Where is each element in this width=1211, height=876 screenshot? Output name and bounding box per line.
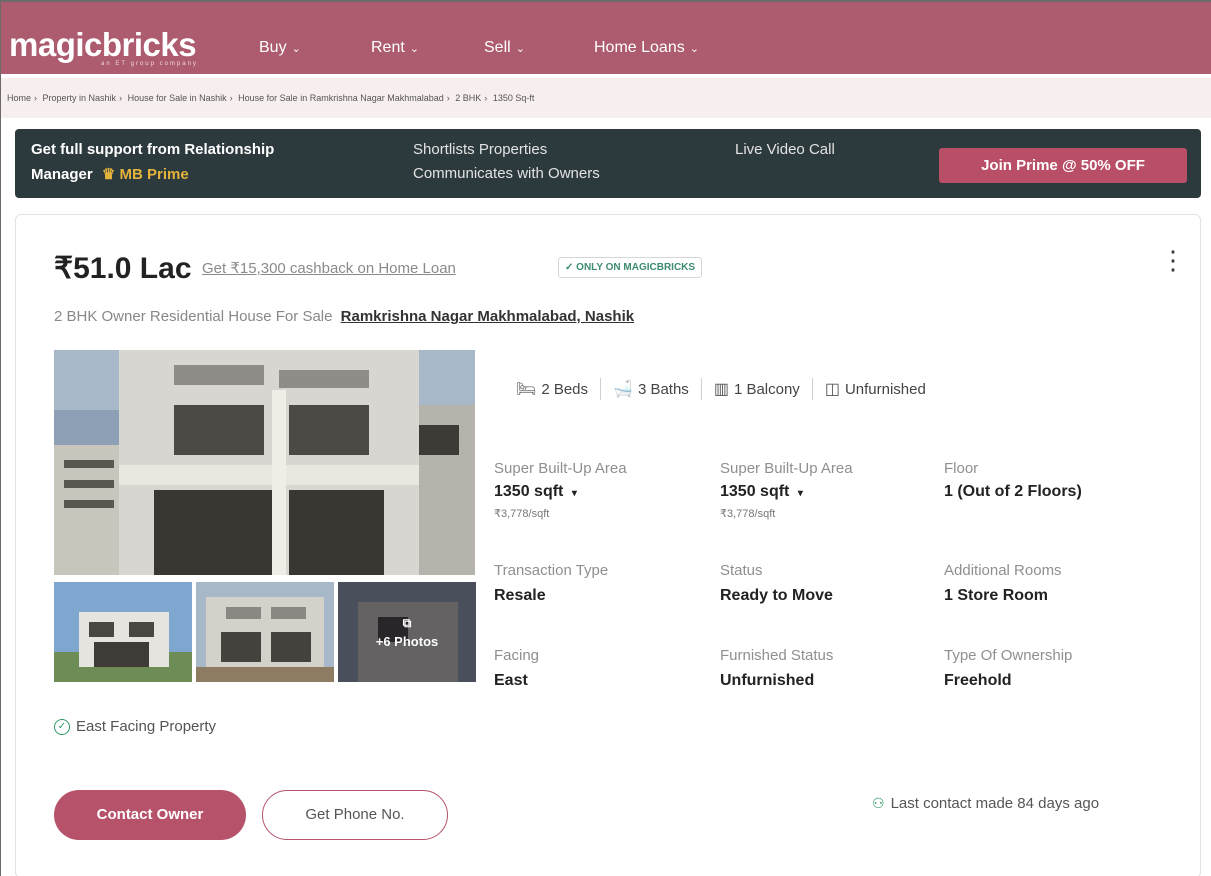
balcony-label: 1 Balcony	[733, 380, 800, 398]
detail-value: Ready to Move	[720, 587, 833, 604]
location-link[interactable]: Ramkrishna Nagar Makhmalabad, Nashik	[341, 308, 634, 325]
magicbricks-logo[interactable]: magicbricks	[9, 26, 197, 64]
prime-feature: Shortlists Properties	[413, 141, 548, 158]
price-per-sqft: ₹3,778/sqft	[720, 508, 776, 520]
breadcrumb-item[interactable]: House for Sale in Nashik	[128, 93, 227, 103]
nav-sell[interactable]: Sell ⌄	[484, 39, 525, 57]
prime-headline: Get full support from Relationship	[31, 141, 275, 158]
last-contact-info: ⚇ Last contact made 84 days ago	[872, 795, 1099, 812]
detail-value: 1350 sqft ▾	[720, 483, 803, 501]
only-on-magicbricks-badge: ✓ ONLY ON MAGICBRICKS	[558, 257, 703, 278]
user-icon: ⚇	[872, 795, 885, 811]
breadcrumb-item[interactable]: Property in Nashik	[43, 93, 117, 103]
thumbnail-image	[196, 582, 334, 682]
area-value: 1350 sqft	[494, 483, 564, 500]
main-property-photo[interactable]	[54, 350, 475, 575]
get-phone-button[interactable]: Get Phone No.	[262, 790, 448, 840]
detail-label: Type Of Ownership	[944, 647, 1073, 664]
check-icon: ✓	[565, 262, 574, 273]
breadcrumb-item[interactable]: Home	[7, 93, 31, 103]
property-card: ₹51.0 Lac Get ₹15,300 cashback on Home L…	[15, 214, 1201, 876]
highlight-label: East Facing Property	[76, 718, 217, 735]
thumbnail-photo[interactable]	[196, 582, 334, 682]
prime-feature: Communicates with Owners	[413, 165, 600, 182]
detail-label: Floor	[944, 460, 979, 477]
nav-home-loans[interactable]: Home Loans ⌄	[594, 39, 699, 57]
detail-value: East	[494, 672, 528, 689]
furnishing-icon: ◫	[824, 381, 840, 398]
nav-rent-label: Rent	[371, 39, 405, 56]
chevron-down-icon[interactable]: ▾	[572, 488, 577, 499]
detail-label: Facing	[494, 647, 540, 664]
property-price: ₹51.0 Lac	[54, 252, 192, 285]
nav-rent[interactable]: Rent ⌄	[371, 39, 419, 57]
chevron-down-icon: ⌄	[291, 42, 301, 55]
area-value: 1350 sqft	[720, 483, 790, 500]
detail-label: Furnished Status	[720, 647, 834, 664]
nav-buy-label: Buy	[259, 39, 287, 56]
chevron-down-icon[interactable]: ▾	[798, 488, 803, 499]
thumbnail-image	[54, 582, 192, 682]
mb-prime-badge: MB Prime	[119, 166, 189, 183]
thumbnail-photo[interactable]	[54, 582, 192, 682]
property-subtitle: 2 BHK Owner Residential House For Sale R…	[54, 308, 634, 325]
baths-label: 3 Baths	[637, 380, 689, 398]
property-highlight: ✓ East Facing Property	[54, 718, 216, 735]
detail-value: 1 Store Room	[944, 587, 1049, 604]
detail-label: Super Built-Up Area	[720, 460, 853, 477]
breadcrumb: Home › Property in Nashik › House for Sale…	[1, 78, 1211, 118]
contact-owner-button[interactable]: Contact Owner	[54, 790, 246, 840]
prime-manager-text: Manager	[31, 166, 93, 183]
more-photos-label: +6 Photos	[375, 633, 439, 649]
prime-banner: Get full support from Relationship Manag…	[15, 129, 1201, 198]
nav-buy[interactable]: Buy ⌄	[259, 39, 301, 57]
nav-home-loans-label: Home Loans	[594, 39, 685, 56]
nav-sell-label: Sell	[484, 39, 511, 56]
check-circle-icon: ✓	[54, 718, 70, 735]
prime-feature: Live Video Call	[735, 141, 835, 158]
only-badge-label: ONLY ON MAGICBRICKS	[576, 262, 696, 273]
breadcrumb-item[interactable]: House for Sale in Ramkrishna Nagar Makhm…	[238, 93, 444, 103]
prime-headline-line2: Manager ♛ MB Prime	[31, 165, 189, 183]
bed-icon: 🛏	[516, 381, 537, 398]
page: magicbricks an ET group company Buy ⌄ Re…	[0, 0, 1211, 876]
detail-label: Status	[720, 562, 763, 579]
chevron-down-icon: ⌄	[515, 42, 525, 55]
amenities-row: 🛏 2 Beds 🛁 3 Baths ▥ 1 Balcony ◫ Unfurni…	[516, 378, 926, 400]
detail-value: Freehold	[944, 672, 1012, 689]
logo-tagline: an ET group company	[101, 61, 198, 67]
gallery-icon: ⧉	[402, 615, 412, 630]
breadcrumb-item: 1350 Sq-ft	[492, 93, 535, 103]
photo-count-overlay: ⧉ +6 Photos	[338, 582, 476, 682]
detail-value: Resale	[494, 587, 546, 604]
beds-label: 2 Beds	[541, 380, 589, 398]
top-nav-bar: magicbricks an ET group company Buy ⌄ Re…	[1, 2, 1211, 74]
bath-icon: 🛁	[613, 381, 633, 398]
chevron-down-icon: ⌄	[689, 42, 699, 55]
detail-value: 1 (Out of 2 Floors)	[944, 483, 1082, 500]
furnishing-label: Unfurnished	[844, 380, 926, 398]
detail-label: Super Built-Up Area	[494, 460, 627, 477]
chevron-down-icon: ⌄	[409, 42, 420, 55]
breadcrumb-item[interactable]: 2 BHK	[455, 93, 481, 103]
detail-label: Transaction Type	[494, 562, 609, 579]
detail-value: 1350 sqft ▾	[494, 483, 577, 501]
join-prime-button[interactable]: Join Prime @ 50% OFF	[939, 148, 1187, 183]
detail-label: Additional Rooms	[944, 562, 1062, 579]
balcony-icon: ▥	[713, 381, 729, 398]
house-photo-image	[54, 350, 475, 575]
more-options-icon[interactable]: ⋮	[1160, 247, 1186, 273]
last-contact-text: Last contact made 84 days ago	[890, 795, 1100, 812]
price-per-sqft: ₹3,778/sqft	[494, 508, 550, 520]
crown-icon: ♛	[101, 166, 116, 183]
more-photos-tile[interactable]: ⧉ +6 Photos	[338, 582, 476, 682]
cashback-link[interactable]: Get ₹15,300 cashback on Home Loan	[202, 259, 456, 277]
detail-value: Unfurnished	[720, 672, 815, 689]
property-type: 2 BHK Owner Residential House For Sale	[54, 308, 333, 325]
